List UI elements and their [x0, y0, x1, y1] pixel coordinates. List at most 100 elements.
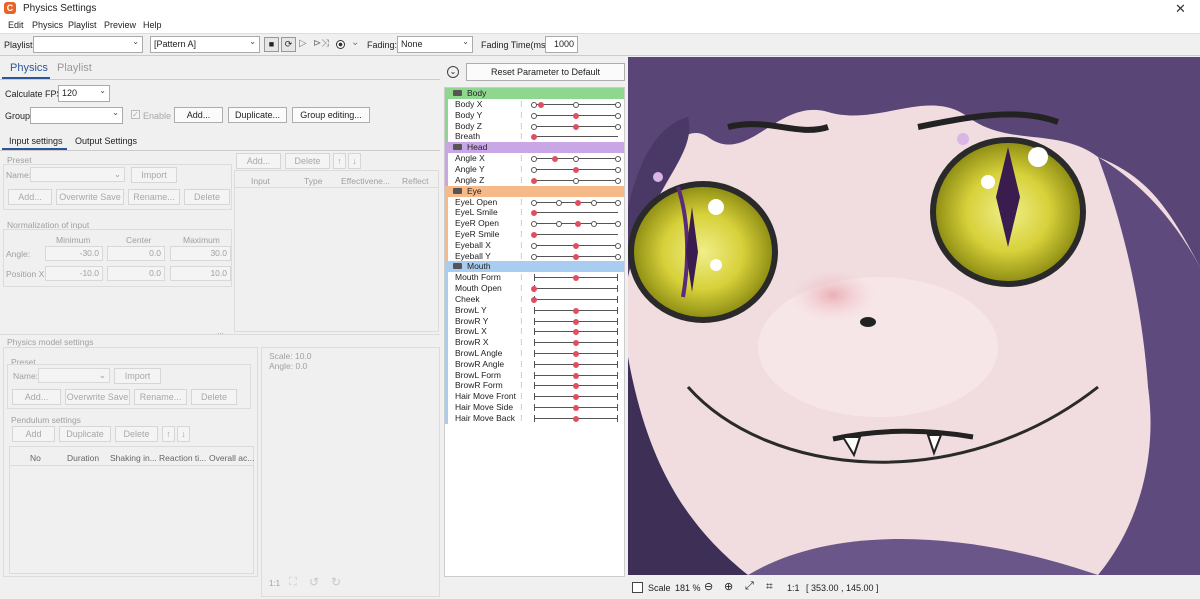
fit-icon[interactable]: ⛶	[289, 576, 297, 589]
param-value-knob[interactable]	[552, 156, 558, 163]
model-preset-import-button[interactable]: Import	[114, 368, 161, 384]
model-viewer-canvas[interactable]	[628, 57, 1200, 575]
preset-add-button[interactable]: Add...	[8, 189, 52, 205]
menu-edit[interactable]: Edit	[8, 20, 24, 30]
param-value-knob[interactable]	[573, 372, 579, 379]
play-icon[interactable]: ▷	[299, 38, 307, 49]
group-editing-button[interactable]: Group editing...	[292, 107, 370, 123]
duplicate-group-button[interactable]: Duplicate...	[228, 107, 287, 123]
fading-time-input[interactable]: 1000	[545, 36, 578, 53]
param-track[interactable]	[534, 299, 618, 300]
preset-name-select[interactable]: ⌄	[30, 167, 125, 182]
stop-button[interactable]: ■	[264, 37, 279, 52]
param-row[interactable]: EyeL Smile ⁝	[445, 207, 624, 219]
param-value-knob[interactable]	[574, 199, 581, 206]
param-row[interactable]: Breath ⁝	[445, 131, 624, 143]
add-group-button[interactable]: Add...	[174, 107, 223, 123]
model-preset-name-select[interactable]: ⌄	[38, 368, 110, 383]
param-group-body[interactable]: Body	[445, 88, 624, 99]
param-row[interactable]: Body Z ⁝	[445, 120, 624, 132]
param-value-knob[interactable]	[531, 177, 537, 184]
param-row[interactable]: Eyeball Y ⁝	[445, 250, 624, 262]
menu-physics[interactable]: Physics	[32, 20, 63, 30]
param-row[interactable]: Angle Z ⁝	[445, 174, 624, 186]
param-row[interactable]: Hair Move Back ⁝	[445, 412, 624, 424]
menu-playlist[interactable]: Playlist	[68, 20, 97, 30]
param-value-knob[interactable]	[573, 394, 579, 401]
shuffle-icon[interactable]: ⤨	[321, 38, 329, 49]
group-select[interactable]: ⌄	[30, 107, 123, 124]
param-track[interactable]	[534, 212, 618, 214]
scale-checkbox[interactable]	[632, 582, 643, 593]
param-value-knob[interactable]	[531, 286, 537, 293]
param-row[interactable]: EyeR Open ⁝	[445, 218, 624, 230]
menu-preview[interactable]: Preview	[104, 20, 136, 30]
pendulum-add-button[interactable]: Add	[12, 426, 55, 442]
param-row[interactable]: Body Y ⁝	[445, 109, 624, 121]
menu-help[interactable]: Help	[143, 20, 162, 30]
norm-angle-center[interactable]: 0.0	[107, 246, 165, 261]
param-row[interactable]: Hair Move Side ⁝	[445, 402, 624, 413]
param-value-knob[interactable]	[573, 167, 579, 173]
param-row[interactable]: Mouth Form ⁝	[445, 272, 624, 284]
preset-delete-button[interactable]: Delete	[184, 189, 230, 205]
grid-icon[interactable]: ⌗	[766, 579, 773, 594]
param-group-head[interactable]: Head	[445, 142, 624, 154]
fading-select[interactable]: None ⌄	[397, 36, 473, 53]
param-row[interactable]: BrowL Y ⁝	[445, 304, 624, 316]
param-row[interactable]: BrowL Form ⁝	[445, 369, 624, 381]
param-value-knob[interactable]	[574, 221, 581, 228]
zoom-out-icon[interactable]: ⊖	[704, 580, 713, 593]
param-track[interactable]	[534, 234, 618, 235]
input-add-button[interactable]: Add...	[236, 153, 281, 169]
param-value-knob[interactable]	[537, 102, 544, 108]
param-group-mouth[interactable]: Mouth	[445, 261, 624, 273]
preview-one-to-one-button[interactable]: 1:1	[269, 579, 280, 588]
tab-playlist[interactable]: Playlist	[57, 62, 92, 74]
tab-input-settings[interactable]: Input settings	[9, 136, 63, 146]
input-delete-button[interactable]: Delete	[285, 153, 330, 169]
one-to-one-button[interactable]: 1:1	[787, 583, 800, 593]
fit-to-window-icon[interactable]: ⤢	[745, 580, 754, 593]
pendulum-move-down-button[interactable]: ↓	[177, 426, 190, 442]
preset-rename-button[interactable]: Rename...	[128, 189, 180, 205]
param-row[interactable]: EyeR Smile ⁝	[445, 229, 624, 240]
param-value-knob[interactable]	[531, 297, 537, 303]
chevron-down-icon[interactable]: ⌄	[351, 37, 359, 48]
zoom-in-icon[interactable]: ⊕	[724, 580, 733, 593]
param-row[interactable]: EyeL Open ⁝	[445, 196, 624, 208]
param-value-knob[interactable]	[531, 210, 537, 217]
model-preset-delete-button[interactable]: Delete	[191, 389, 237, 405]
param-value-knob[interactable]	[573, 383, 579, 390]
param-value-knob[interactable]	[531, 232, 537, 238]
norm-angle-max[interactable]: 30.0	[170, 246, 231, 261]
rotate-right-icon[interactable]: ↻	[331, 575, 341, 589]
param-value-knob[interactable]	[573, 351, 579, 357]
param-row[interactable]: Eyeball X ⁝	[445, 239, 624, 251]
param-row[interactable]: BrowR Y ⁝	[445, 315, 624, 327]
tab-physics[interactable]: Physics	[10, 62, 48, 74]
param-group-eye[interactable]: Eye	[445, 185, 624, 197]
param-track[interactable]	[534, 288, 618, 290]
input-move-down-button[interactable]: ↓	[348, 153, 361, 169]
param-row[interactable]: Mouth Open ⁝	[445, 283, 624, 295]
close-window-button[interactable]: ✕	[1175, 1, 1186, 17]
pendulum-delete-button[interactable]: Delete	[115, 426, 158, 442]
rotate-left-icon[interactable]: ↺	[309, 575, 319, 589]
param-value-knob[interactable]	[531, 134, 537, 141]
reset-parameter-button[interactable]: Reset Parameter to Default	[466, 63, 625, 81]
param-row[interactable]: BrowR Form ⁝	[445, 380, 624, 392]
model-preset-rename-button[interactable]: Rename...	[134, 389, 187, 405]
param-value-knob[interactable]	[573, 405, 579, 411]
param-row[interactable]: BrowR Angle ⁝	[445, 358, 624, 370]
model-preset-add-button[interactable]: Add...	[12, 389, 61, 405]
norm-angle-min[interactable]: -30.0	[45, 246, 103, 261]
input-move-up-button[interactable]: ↑	[333, 153, 346, 169]
preset-import-button[interactable]: Import	[131, 167, 177, 183]
tab-output-settings[interactable]: Output Settings	[75, 136, 137, 146]
param-row[interactable]: Angle Y ⁝	[445, 164, 624, 175]
model-preset-overwrite-button[interactable]: Overwrite Save	[65, 389, 130, 405]
fps-select[interactable]: 120 ⌄	[58, 85, 110, 102]
enable-checkbox[interactable]: ✓	[131, 110, 140, 119]
preset-overwrite-button[interactable]: Overwrite Save	[56, 189, 124, 205]
